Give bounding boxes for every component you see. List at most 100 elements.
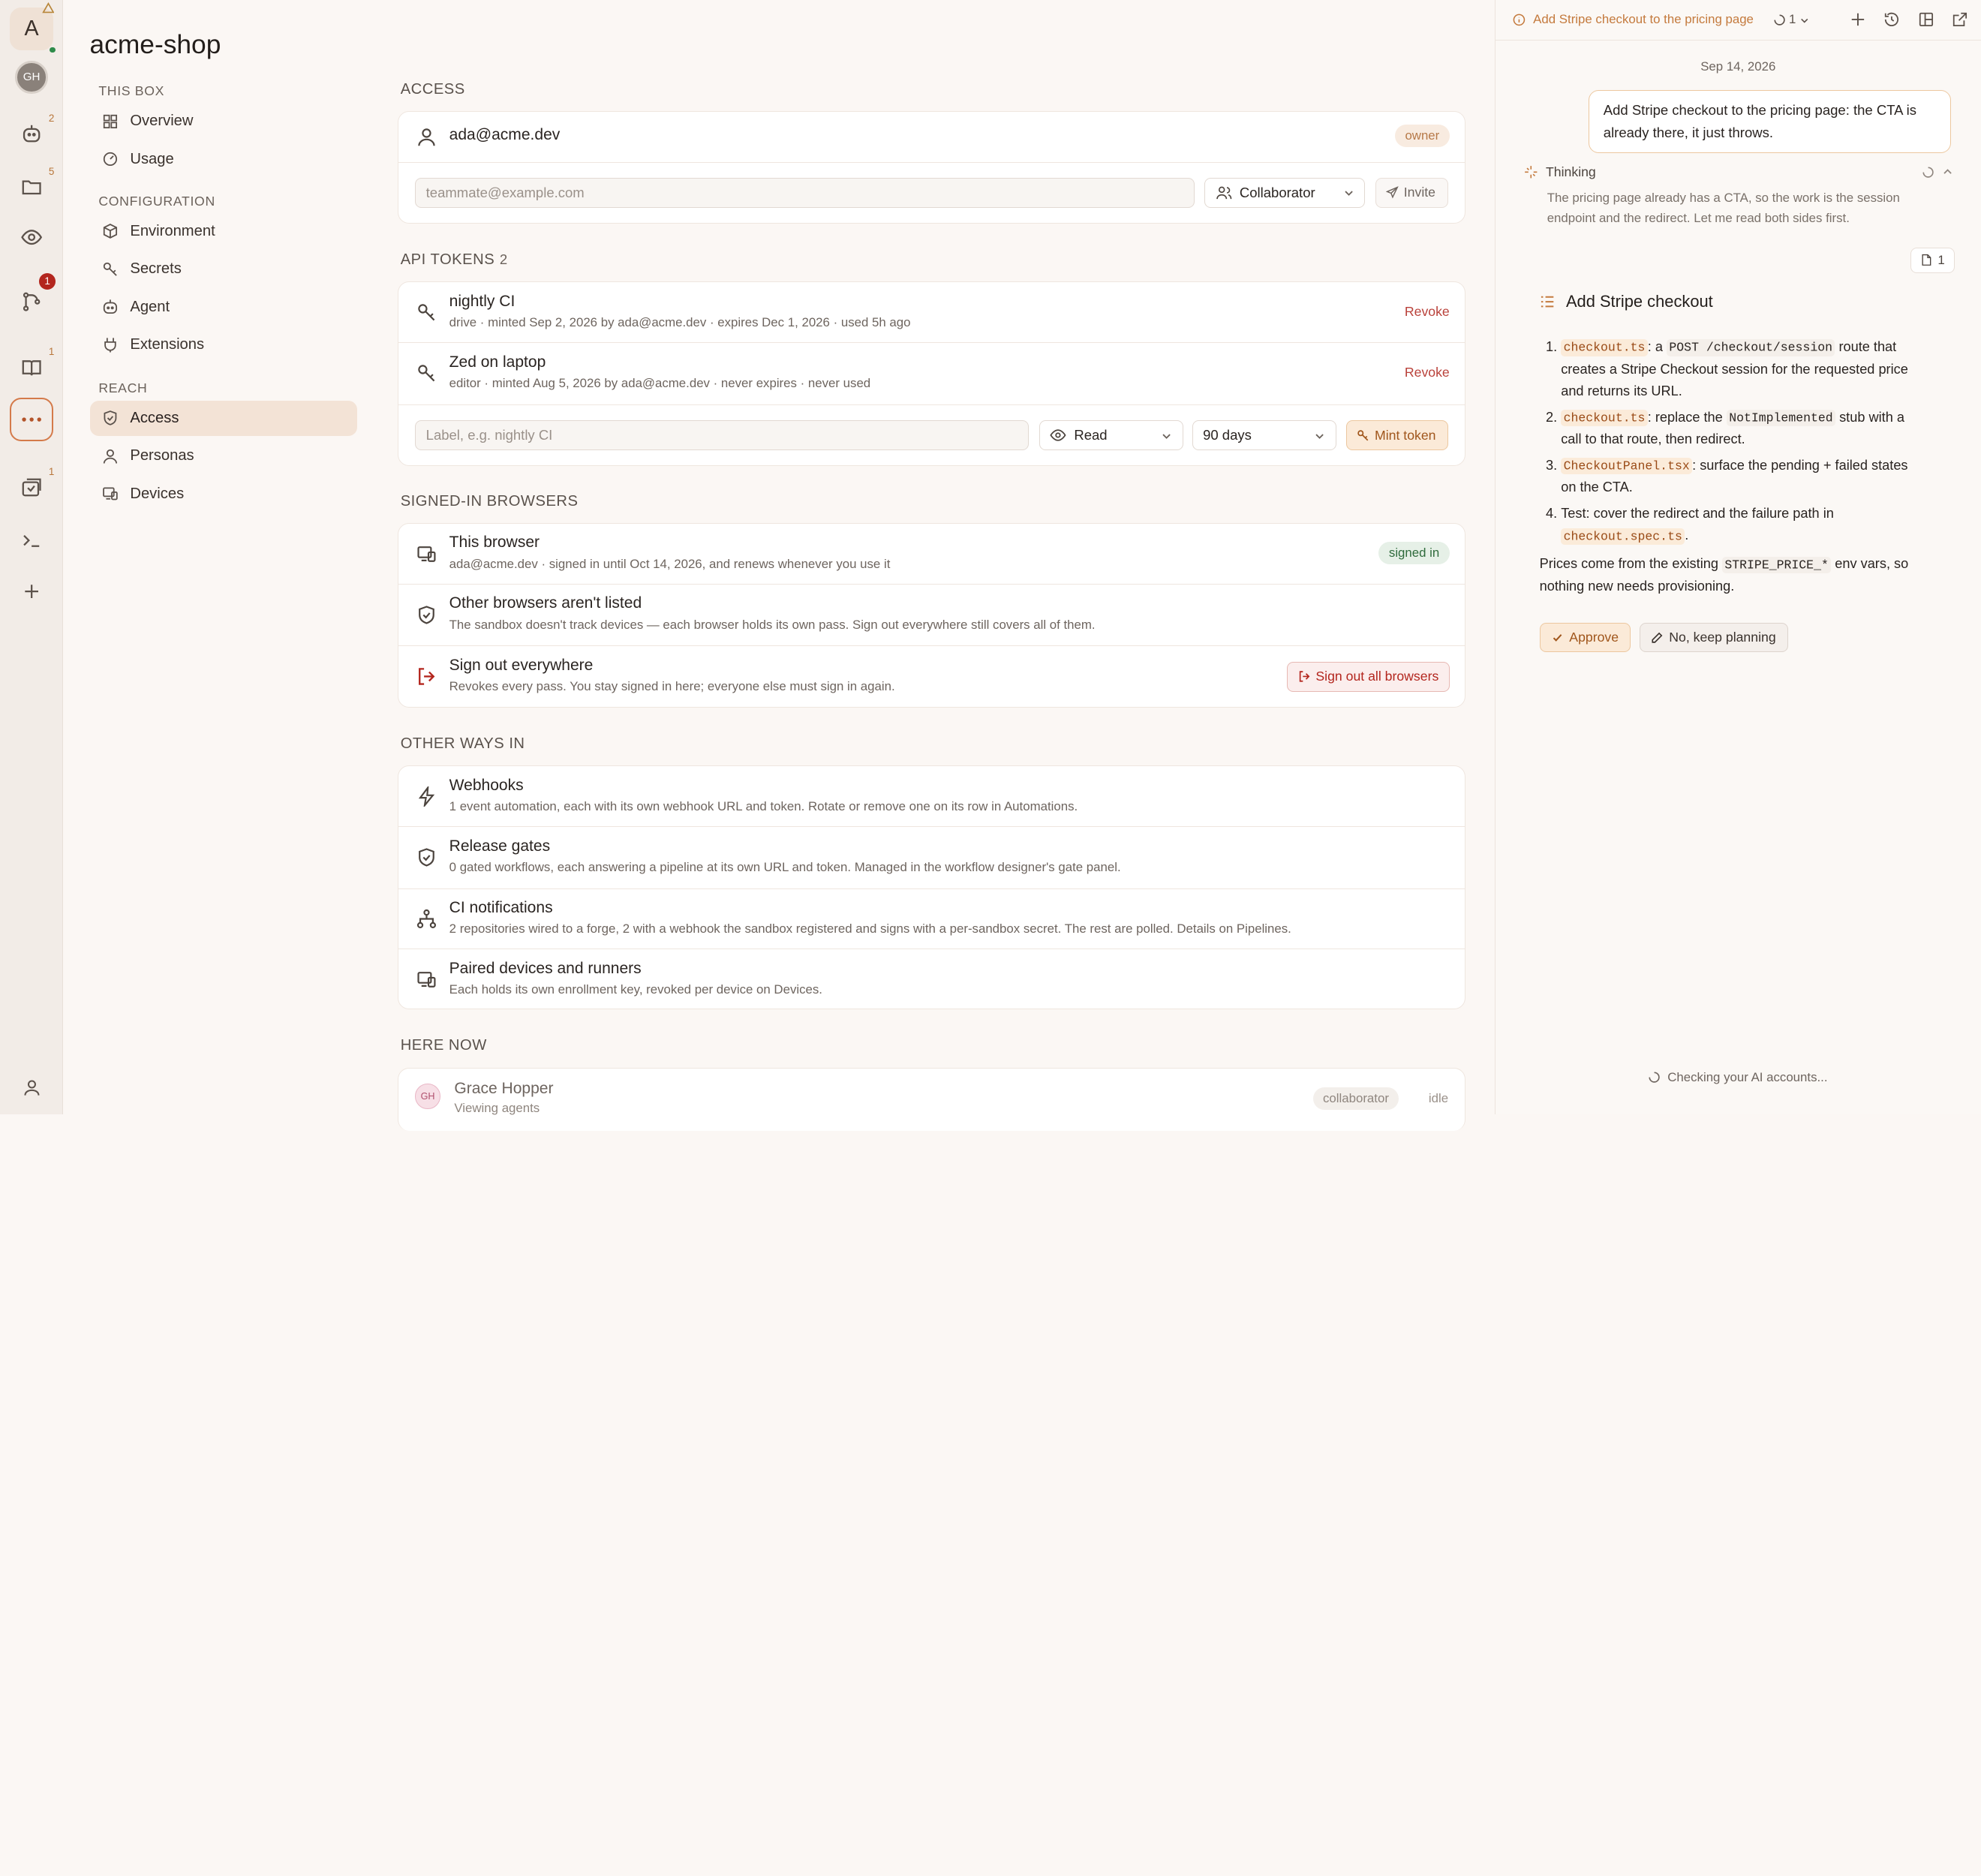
token-name: Zed on laptop [449, 353, 546, 371]
agent-chat-panel: Add Stripe checkout to the pricing page … [1494, 0, 1981, 1114]
chevron-down-icon [1345, 191, 1353, 197]
invite-button-label: Invite [1403, 185, 1435, 200]
browsers-card: This browser ada@acme.dev · signed in un… [398, 523, 1465, 708]
preview-rail-button[interactable] [11, 218, 52, 258]
revoke-token-button[interactable]: Revoke [1405, 365, 1450, 380]
deployments-rail-button[interactable]: 1 [11, 466, 55, 508]
shield-check-icon [418, 606, 434, 624]
presence-name: Grace Hopper [454, 1079, 554, 1097]
workspace-avatar[interactable]: A [10, 2, 57, 55]
files-count-badge: 5 [48, 165, 55, 177]
sidebar-item-extensions[interactable]: Extensions [90, 327, 358, 362]
chat-status: Checking your AI accounts... [1496, 1070, 1981, 1085]
token-label-input[interactable]: Label, e.g. nightly CI [415, 419, 1030, 451]
other-ways-heading: OTHER WAYS IN [400, 735, 525, 752]
sidebar-item-agent[interactable]: Agent [90, 290, 358, 325]
send-icon [1386, 186, 1399, 200]
pull-requests-rail-button[interactable]: 1 [11, 272, 56, 322]
run-selector[interactable]: 1 [1774, 12, 1810, 27]
plan-file-ref: checkout.ts [1561, 339, 1648, 356]
plan-body: checkout.ts: a POST /checkout/session ro… [1540, 336, 1925, 551]
release-gates-row[interactable]: Release gates 0 gated workflows, each an… [398, 827, 1465, 889]
approve-label: Approve [1569, 629, 1619, 645]
files-touched-button[interactable]: 1 [1910, 247, 1955, 273]
lightning-icon [418, 786, 435, 807]
here-now-card: GH Grace Hopper Viewing agents collabora… [398, 1067, 1465, 1131]
people-icon [1216, 186, 1232, 200]
access-heading: ACCESS [400, 80, 465, 98]
paired-devices-row[interactable]: Paired devices and runners Each holds it… [398, 949, 1465, 1009]
owner-badge: owner [1394, 124, 1450, 148]
signed-in-browsers-heading: SIGNED-IN BROWSERS [400, 492, 579, 510]
add-rail-button[interactable] [11, 571, 52, 612]
plan-file-ref: checkout.ts [1561, 409, 1648, 427]
approve-button[interactable]: Approve [1539, 623, 1631, 652]
sidebar-item-access[interactable]: Access [89, 400, 358, 436]
section-heading-reach: REACH [98, 380, 148, 395]
role-select[interactable]: Collaborator [1204, 177, 1366, 209]
ci-notifications-row[interactable]: CI notifications 2 repositories wired to… [398, 889, 1465, 950]
owner-row: ada@acme.dev owner [398, 112, 1465, 163]
invite-button[interactable]: Invite [1375, 177, 1449, 209]
paired-devices-title: Paired devices and runners [449, 959, 642, 977]
sidebar-item-overview[interactable]: Overview [90, 104, 358, 139]
docs-rail-button[interactable]: 1 [11, 346, 55, 388]
list-icon [1541, 296, 1553, 308]
agents-rail-button[interactable]: 2 [11, 113, 54, 155]
chevron-down-icon [1315, 433, 1324, 439]
chevron-up-icon[interactable] [1942, 167, 1953, 178]
sidebar-item-label: Access [130, 409, 179, 426]
token-scope-select[interactable]: Read [1039, 419, 1183, 451]
sidebar-item-label: Usage [130, 150, 174, 167]
api-tokens-heading-label: API TOKENS [400, 251, 495, 269]
thinking-header[interactable]: Thinking [1524, 164, 1596, 180]
box-icon [104, 224, 118, 239]
plan-note: Prices come from the existing STRIPE_PRI… [1540, 553, 1944, 597]
plus-icon[interactable] [1850, 11, 1866, 28]
sidebar-item-label: Agent [130, 298, 170, 315]
sign-out-icon [418, 668, 435, 685]
check-icon [1553, 633, 1562, 642]
files-rail-button[interactable]: 5 [11, 165, 55, 207]
plan-title: Add Stripe checkout [1565, 291, 1713, 311]
revoke-token-button[interactable]: Revoke [1405, 304, 1450, 320]
token-expiry-select[interactable]: 90 days [1192, 419, 1336, 451]
section-heading-this-box: THIS BOX [98, 83, 165, 99]
terminal-rail-button[interactable] [11, 521, 52, 561]
history-icon[interactable] [1883, 11, 1900, 28]
this-browser-meta: ada@acme.dev · signed in until Oct 14, 2… [449, 556, 891, 571]
sign-out-all-label: Sign out all browsers [1315, 669, 1439, 684]
sign-out-everywhere-row: Sign out everywhere Revokes every pass. … [398, 646, 1465, 707]
sidebar-item-environment[interactable]: Environment [90, 214, 358, 249]
sidebar-item-personas[interactable]: Personas [90, 438, 358, 474]
token-meta: drive · minted Sep 2, 2026 by ada@acme.d… [449, 315, 911, 330]
token-scope-value: Read [1074, 427, 1108, 443]
external-link-icon[interactable] [1952, 11, 1968, 28]
invite-email-input[interactable]: teammate@example.com [415, 177, 1195, 209]
deployments-count-badge: 1 [48, 466, 55, 478]
sign-out-all-button[interactable]: Sign out all browsers [1287, 661, 1450, 692]
grid-icon [104, 114, 118, 128]
sidebar-item-devices[interactable]: Devices [90, 477, 358, 512]
this-browser-row: This browser ada@acme.dev · signed in un… [398, 524, 1465, 585]
more-rail-button[interactable] [10, 398, 53, 441]
sidebar-item-label: Extensions [130, 336, 205, 353]
ci-notifications-title: CI notifications [449, 899, 553, 917]
token-name: nightly CI [449, 292, 516, 310]
sidebar-item-usage[interactable]: Usage [90, 142, 358, 177]
docs-count-badge: 1 [48, 346, 55, 358]
settings-sidebar: acme-shop THIS BOX Overview Usage CONFIG… [63, 0, 376, 1114]
chat-toolbar [1850, 11, 1968, 28]
chat-tab-title[interactable]: Add Stripe checkout to the pricing page [1533, 12, 1754, 27]
plan-text: : replace the [1647, 409, 1727, 425]
person-icon [104, 449, 118, 464]
keep-planning-button[interactable]: No, keep planning [1639, 623, 1788, 652]
sidebar-item-secrets[interactable]: Secrets [90, 251, 358, 287]
user-avatar[interactable]: GH [15, 60, 48, 94]
webhooks-row[interactable]: Webhooks 1 event automation, each with i… [398, 766, 1465, 828]
layout-icon[interactable] [1918, 11, 1934, 28]
mint-token-button[interactable]: Mint token [1346, 419, 1449, 451]
files-touched-count: 1 [1937, 252, 1945, 267]
spinner-icon [1774, 14, 1785, 26]
account-rail-button[interactable] [11, 1068, 52, 1108]
